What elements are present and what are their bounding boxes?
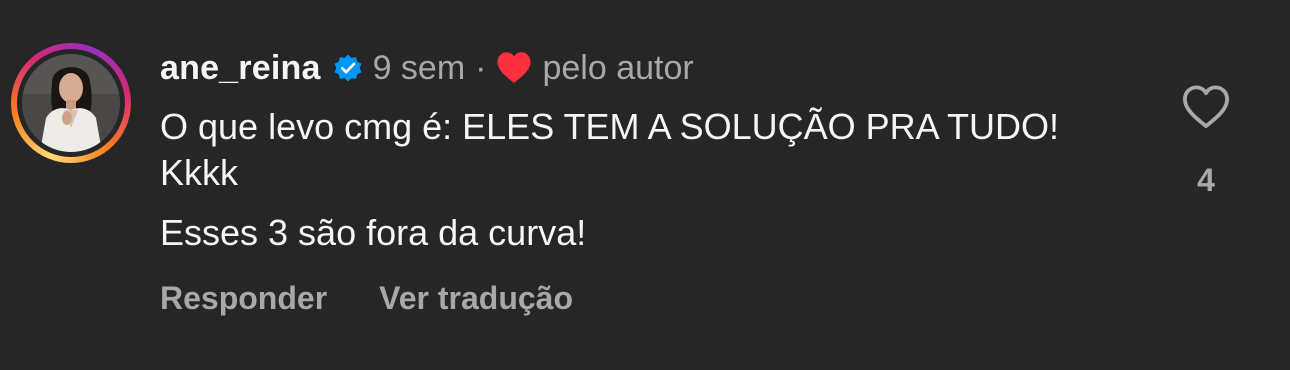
comment-text-line: O que levo cmg é: ELES TEM A SOLUÇÃO PRA… xyxy=(160,106,1060,193)
heart-filled-icon xyxy=(497,52,531,83)
reply-button[interactable]: Responder xyxy=(160,280,327,317)
separator-dot: · xyxy=(475,48,487,87)
comment-text-line: Esses 3 são fora da curva! xyxy=(160,212,587,253)
avatar[interactable] xyxy=(22,54,120,152)
like-count: 4 xyxy=(1197,162,1215,198)
avatar-photo xyxy=(22,54,120,152)
avatar-gap xyxy=(17,49,125,157)
comment-timestamp: 9 sem xyxy=(372,48,466,87)
username[interactable]: ane_reina xyxy=(160,49,321,88)
comment-item: ane_reina 9 sem · pelo autor O que levo … xyxy=(0,0,1290,370)
verified-badge-icon xyxy=(334,54,362,82)
story-ring[interactable] xyxy=(11,43,131,163)
heart-outline-icon[interactable] xyxy=(1181,84,1231,130)
comment-header: ane_reina 9 sem · pelo autor xyxy=(160,44,694,92)
see-translation-button[interactable]: Ver tradução xyxy=(379,280,573,317)
comment-actions: Responder Ver tradução xyxy=(160,280,573,317)
comment-body: O que levo cmg é: ELES TEM A SOLUÇÃO PRA… xyxy=(160,104,1120,256)
like-column: 4 xyxy=(1174,84,1238,199)
liked-by-author-label: pelo autor xyxy=(542,48,694,87)
